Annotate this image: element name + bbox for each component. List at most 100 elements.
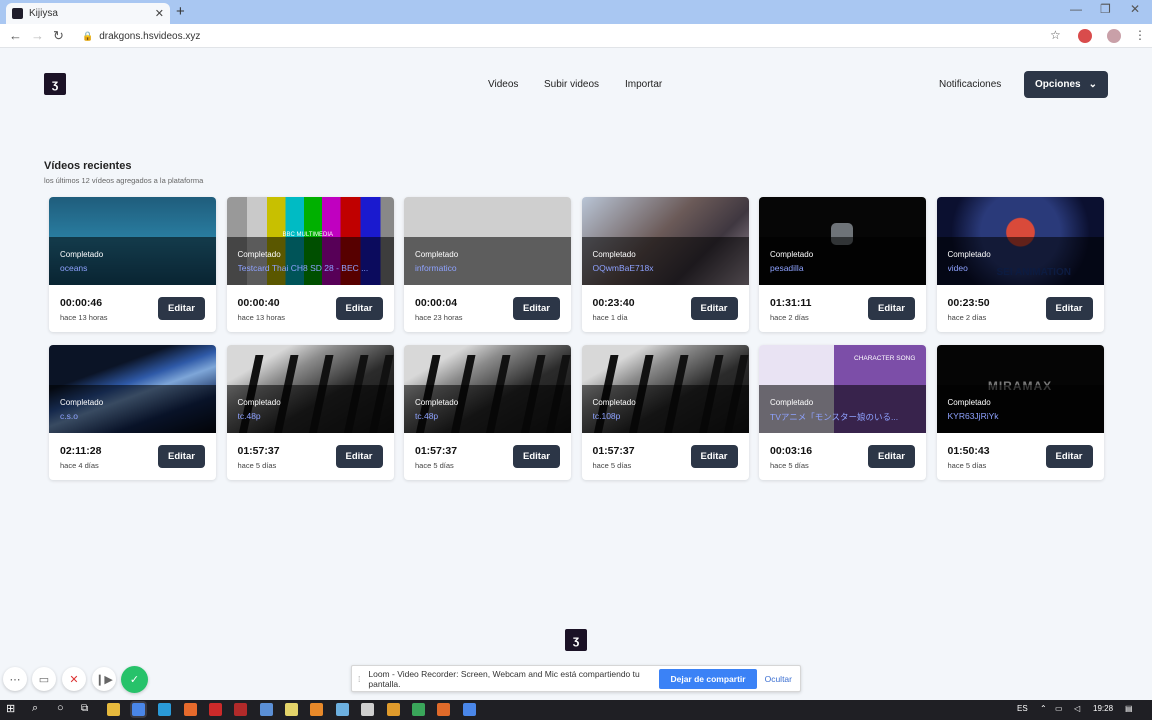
- task-view-icon[interactable]: ⧉: [81, 703, 88, 714]
- edit-button[interactable]: Editar: [335, 445, 383, 468]
- edit-button[interactable]: Editar: [868, 445, 915, 468]
- video-title[interactable]: oceans: [60, 263, 205, 273]
- video-title[interactable]: informatico: [415, 263, 560, 273]
- video-title[interactable]: KYR63JjRiYk: [948, 411, 1093, 421]
- nav-import[interactable]: Importar: [625, 79, 662, 90]
- network-icon[interactable]: ▭: [1055, 704, 1063, 713]
- video-thumbnail[interactable]: MIRAMAXCompletadoKYR63JjRiYk: [936, 345, 1104, 433]
- video-title[interactable]: tc.48p: [415, 411, 560, 421]
- video-card[interactable]: Completado pesadilla 01:31:11 hace 2 días Ed…: [759, 197, 926, 332]
- minimize-window-button[interactable]: —: [1070, 2, 1082, 16]
- chrome-taskbar-icon[interactable]: [132, 703, 145, 716]
- video-title[interactable]: TVアニメ「モンスター娘のいる...: [770, 411, 915, 423]
- video-title[interactable]: tc.48p: [238, 411, 383, 421]
- loom-taskbar-icon[interactable]: [437, 703, 450, 716]
- terminal-icon[interactable]: [412, 703, 425, 716]
- windows-start-icon[interactable]: ⊞: [6, 702, 15, 715]
- profile-avatar[interactable]: [1107, 29, 1121, 43]
- bookmark-star-icon[interactable]: ☆: [1050, 28, 1061, 42]
- edit-button[interactable]: Editar: [1045, 297, 1093, 320]
- video-title[interactable]: video: [948, 263, 1093, 273]
- video-title[interactable]: tc.108p: [593, 411, 738, 421]
- address-bar[interactable]: 🔒 drakgons.hsvideos.xyz: [78, 27, 1078, 45]
- edit-button[interactable]: Editar: [513, 297, 560, 320]
- video-card[interactable]: Completado OQwmBaE718x 00:23:40 hace 1 día E…: [581, 197, 749, 332]
- close-window-button[interactable]: ✕: [1130, 2, 1140, 16]
- video-thumbnail[interactable]: Completado c.s.o: [49, 345, 216, 433]
- video-card[interactable]: Completado c.s.o 02:11:28 hace 4 días Editar: [49, 345, 216, 480]
- edit-button[interactable]: Editar: [158, 445, 205, 468]
- video-card[interactable]: Completado tc.48p 01:57:37 hace 5 días Edita…: [226, 345, 394, 480]
- close-tab-icon[interactable]: ✕: [155, 7, 164, 20]
- loom-cancel-icon[interactable]: ✕: [62, 667, 86, 691]
- chrome-alt-icon[interactable]: [463, 703, 476, 716]
- edit-button[interactable]: Editar: [513, 445, 560, 468]
- loom-more-icon[interactable]: ⋯: [3, 667, 27, 691]
- edit-button[interactable]: Editar: [158, 297, 205, 320]
- footer-logo[interactable]: ʒ: [565, 629, 587, 651]
- clock[interactable]: 19:28: [1093, 704, 1113, 713]
- hide-bar-button[interactable]: Ocultar: [765, 674, 792, 684]
- nav-videos[interactable]: Videos: [488, 79, 518, 90]
- filezilla-icon[interactable]: [234, 703, 247, 716]
- edit-button[interactable]: Editar: [868, 297, 915, 320]
- video-card[interactable]: Completado tc.108p 01:57:37 hace 5 días Edit…: [581, 345, 749, 480]
- video-card[interactable]: SEI ANIMATIONCompletadovideo00:23:50hace…: [936, 197, 1104, 332]
- video-thumbnail[interactable]: Completado pesadilla: [759, 197, 926, 285]
- edge-icon[interactable]: [158, 703, 171, 716]
- video-thumbnail[interactable]: Completado oceans: [49, 197, 216, 285]
- browser-menu-icon[interactable]: ⋮: [1134, 28, 1146, 42]
- video-thumbnail[interactable]: Completado tc.108p: [581, 345, 749, 433]
- tray-chevron-icon[interactable]: ⌃: [1040, 704, 1047, 713]
- app-logo[interactable]: ʒ: [44, 73, 66, 95]
- extension-icon[interactable]: [1078, 29, 1092, 43]
- opera-icon[interactable]: [209, 703, 222, 716]
- vlc-icon[interactable]: [310, 703, 323, 716]
- notifications-link[interactable]: Notificaciones: [939, 79, 1001, 90]
- video-title[interactable]: Testcard Thai CH8 SD 28 - BEC ...: [238, 263, 383, 273]
- video-thumbnail[interactable]: Completado OQwmBaE718x: [581, 197, 749, 285]
- loom-finish-icon[interactable]: ✓: [121, 666, 148, 693]
- video-card[interactable]: Completado tc.48p 01:57:37 hace 5 días Edita…: [404, 345, 571, 480]
- browser-tab[interactable]: Kijiysa ✕: [6, 3, 170, 24]
- reload-icon[interactable]: ↻: [53, 28, 64, 44]
- video-card[interactable]: Completado informatico 00:00:04 hace 23 hor…: [404, 197, 571, 332]
- back-icon[interactable]: ←: [9, 28, 22, 43]
- video-title[interactable]: pesadilla: [770, 263, 915, 273]
- search-icon[interactable]: ⌕: [32, 702, 38, 715]
- edit-button[interactable]: Editar: [690, 445, 738, 468]
- firefox-icon[interactable]: [184, 703, 197, 716]
- video-thumbnail[interactable]: BBC MULTIMEDIA Completado Testcard Thai CH…: [226, 197, 394, 285]
- video-card[interactable]: Completado oceans 00:00:46 hace 13 horas Edi…: [49, 197, 216, 332]
- forward-icon[interactable]: →: [31, 28, 44, 43]
- video-title[interactable]: OQwmBaE718x: [593, 263, 738, 273]
- language-indicator[interactable]: ES: [1017, 704, 1028, 713]
- loom-pause-icon[interactable]: ❙▶: [92, 667, 116, 691]
- options-button[interactable]: Opciones ⌄: [1024, 71, 1108, 98]
- video-thumbnail[interactable]: Completado tc.48p: [226, 345, 394, 433]
- video-thumbnail[interactable]: CHARACTER SONG Completado TVアニメ「モンスター娘のいる.…: [759, 345, 926, 433]
- edit-button[interactable]: Editar: [1045, 445, 1093, 468]
- notifications-center-icon[interactable]: ▤: [1125, 704, 1133, 713]
- mail-icon[interactable]: [336, 703, 349, 716]
- volume-icon[interactable]: ◁: [1074, 704, 1080, 713]
- edit-button[interactable]: Editar: [690, 297, 738, 320]
- edit-button[interactable]: Editar: [335, 297, 383, 320]
- video-thumbnail[interactable]: Completado informatico: [404, 197, 571, 285]
- video-card[interactable]: CHARACTER SONG Completado TVアニメ「モンスター娘のいる.…: [759, 345, 926, 480]
- file-explorer-icon[interactable]: [107, 703, 120, 716]
- cortana-icon[interactable]: ○: [57, 702, 64, 714]
- video-card[interactable]: BBC MULTIMEDIA Completado Testcard Thai CH…: [226, 197, 394, 332]
- video-card[interactable]: MIRAMAXCompletadoKYR63JjRiYk01:50:43hace…: [936, 345, 1104, 480]
- app-icon[interactable]: [260, 703, 273, 716]
- video-title[interactable]: c.s.o: [60, 411, 205, 421]
- drag-handle-icon[interactable]: ⁞: [358, 674, 360, 684]
- tool-icon[interactable]: [387, 703, 400, 716]
- video-thumbnail[interactable]: Completado tc.48p: [404, 345, 571, 433]
- loom-camera-icon[interactable]: ▭: [32, 667, 56, 691]
- video-thumbnail[interactable]: SEI ANIMATIONCompletadovideo: [936, 197, 1104, 285]
- stop-sharing-button[interactable]: Dejar de compartir: [659, 668, 757, 689]
- nav-upload-videos[interactable]: Subir videos: [544, 79, 599, 90]
- notes-icon[interactable]: [285, 703, 298, 716]
- calculator-icon[interactable]: [361, 703, 374, 716]
